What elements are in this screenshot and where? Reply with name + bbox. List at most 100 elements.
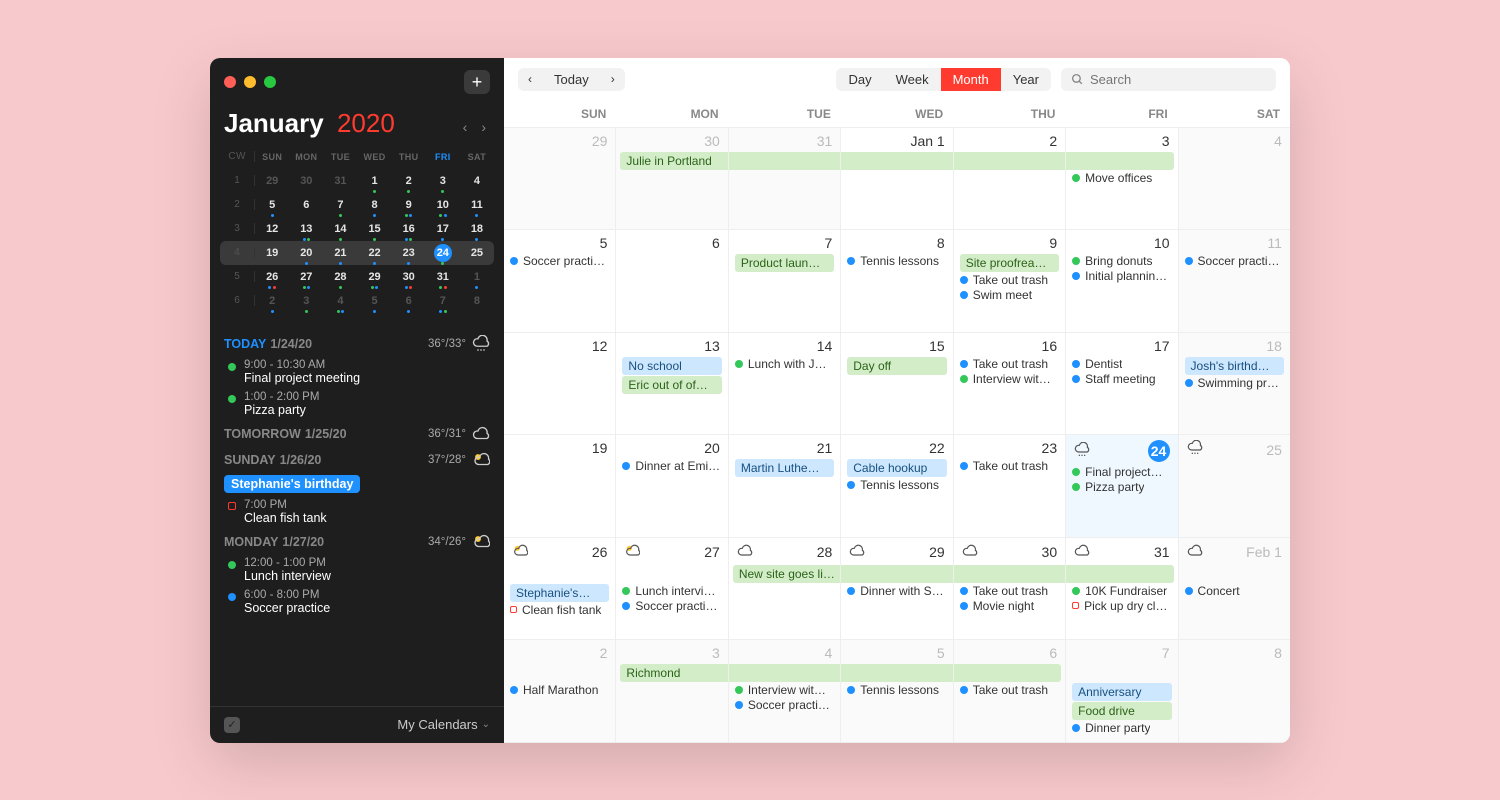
prev-button[interactable]: ‹ (518, 68, 542, 90)
multi-day-event[interactable] (841, 664, 953, 682)
all-day-event[interactable]: Site proofrea… (958, 254, 1061, 272)
day-cell[interactable]: 27Lunch intervi…Soccer practi… (616, 538, 728, 641)
mini-day-cell[interactable]: 11 (460, 196, 494, 214)
mini-day-cell[interactable]: 16 (392, 220, 426, 238)
mini-day-cell[interactable]: 30 (289, 172, 323, 190)
mini-day-cell[interactable]: 1 (460, 268, 494, 286)
day-cell[interactable]: 15Day off (841, 333, 953, 436)
day-cell[interactable]: 24Final project…Pizza party (1066, 435, 1178, 538)
mini-day-cell[interactable]: 4 (460, 172, 494, 190)
day-cell[interactable]: 30Take out trashMovie night (954, 538, 1066, 641)
multi-day-event[interactable] (1066, 565, 1173, 583)
minimize-window-button[interactable] (244, 76, 256, 88)
multi-day-event[interactable] (841, 565, 953, 583)
timed-event[interactable]: Lunch with J… (733, 357, 836, 371)
mini-day-cell[interactable]: 3 (289, 292, 323, 310)
mini-day-cell[interactable]: 7 (323, 196, 357, 214)
mini-day-cell[interactable]: 6 (392, 292, 426, 310)
mini-day-cell[interactable]: 29 (358, 268, 392, 286)
timed-event[interactable]: Take out trash (958, 584, 1061, 598)
mini-day-cell[interactable]: 25 (460, 244, 494, 262)
mini-day-cell[interactable]: 3 (426, 172, 460, 190)
view-day-button[interactable]: Day (836, 68, 883, 91)
reminder-event[interactable]: Pick up dry cl… (1070, 599, 1173, 613)
timed-event[interactable]: Soccer practi… (1183, 254, 1286, 268)
all-day-event[interactable]: Food drive (1070, 702, 1173, 720)
timed-event[interactable]: Dinner with S… (845, 584, 948, 598)
mini-day-cell[interactable]: 19 (255, 244, 289, 262)
agenda-all-day-chip[interactable]: Stephanie's birthday (224, 475, 360, 493)
timed-event[interactable]: Interview wit… (958, 372, 1061, 386)
day-cell[interactable]: 20Dinner at Emi… (616, 435, 728, 538)
mini-day-cell[interactable]: 4 (323, 292, 357, 310)
timed-event[interactable]: Soccer practi… (620, 599, 723, 613)
zoom-window-button[interactable] (264, 76, 276, 88)
agenda-event[interactable]: 7:00 PMClean fish tank (224, 499, 490, 525)
timed-event[interactable]: Swimming pr… (1183, 376, 1286, 390)
timed-event[interactable]: Take out trash (958, 273, 1061, 287)
day-cell[interactable]: 19 (504, 435, 616, 538)
multi-day-event[interactable] (729, 152, 841, 170)
timed-event[interactable]: Dinner party (1070, 721, 1173, 735)
all-day-event[interactable]: Josh's birthd… (1183, 357, 1286, 375)
mini-day-cell[interactable]: 28 (323, 268, 357, 286)
mini-day-cell[interactable]: 21 (323, 244, 357, 262)
day-cell[interactable]: 7AnniversaryFood driveDinner party (1066, 640, 1178, 743)
day-cell[interactable]: 6 (616, 230, 728, 333)
month-grid[interactable]: 2930Julie in Portland31Jan 123Move offic… (504, 128, 1290, 743)
timed-event[interactable]: Movie night (958, 599, 1061, 613)
timed-event[interactable]: Soccer practi… (508, 254, 611, 268)
day-cell[interactable]: 10Bring donutsInitial plannin… (1066, 230, 1178, 333)
timed-event[interactable]: Staff meeting (1070, 372, 1173, 386)
day-cell[interactable]: 12 (504, 333, 616, 436)
day-cell[interactable]: 21Martin Luthe… (729, 435, 841, 538)
today-button[interactable]: Today (542, 68, 601, 91)
add-event-button[interactable]: + (464, 70, 490, 94)
next-button[interactable]: › (601, 68, 625, 90)
timed-event[interactable]: Concert (1183, 584, 1286, 598)
day-cell[interactable]: 11Soccer practi… (1179, 230, 1290, 333)
day-cell[interactable]: 13No schoolEric out of of… (616, 333, 728, 436)
mini-day-cell[interactable]: 5 (358, 292, 392, 310)
multi-day-event[interactable] (954, 152, 1066, 170)
all-day-event[interactable]: No school (620, 357, 723, 375)
timed-event[interactable]: Pizza party (1070, 480, 1173, 494)
mini-day-cell[interactable]: 13 (289, 220, 323, 238)
day-cell[interactable]: 29Dinner with S… (841, 538, 953, 641)
day-cell[interactable]: 8 (1179, 640, 1290, 743)
mini-day-cell[interactable]: 29 (255, 172, 289, 190)
timed-event[interactable]: Dinner at Emi… (620, 459, 723, 473)
all-day-event[interactable]: Anniversary (1070, 683, 1173, 701)
mini-day-cell[interactable]: 18 (460, 220, 494, 238)
mini-day-cell[interactable]: 27 (289, 268, 323, 286)
mini-day-cell[interactable]: 1 (358, 172, 392, 190)
multi-day-event[interactable] (954, 565, 1066, 583)
all-day-event[interactable]: Day off (845, 357, 948, 375)
multi-day-event[interactable] (1066, 152, 1173, 170)
mini-day-cell[interactable]: 10 (426, 196, 460, 214)
timed-event[interactable]: Bring donuts (1070, 254, 1173, 268)
calendars-toggle-checkbox[interactable]: ✓ (224, 717, 240, 733)
view-week-button[interactable]: Week (884, 68, 941, 91)
mini-day-cell[interactable]: 14 (323, 220, 357, 238)
day-cell[interactable]: 3Move offices (1066, 128, 1178, 231)
day-cell[interactable]: 29 (504, 128, 616, 231)
day-cell[interactable]: 5Soccer practi… (504, 230, 616, 333)
agenda-event[interactable]: 1:00 - 2:00 PMPizza party (224, 391, 490, 417)
timed-event[interactable]: Move offices (1070, 171, 1173, 185)
agenda-event[interactable]: 12:00 - 1:00 PMLunch interview (224, 557, 490, 583)
timed-event[interactable]: Take out trash (958, 459, 1061, 473)
timed-event[interactable]: Take out trash (958, 683, 1061, 697)
timed-event[interactable]: Initial plannin… (1070, 269, 1173, 283)
search-input[interactable] (1090, 72, 1266, 87)
timed-event[interactable]: Tennis lessons (845, 254, 948, 268)
timed-event[interactable]: 10K Fundraiser (1070, 584, 1173, 598)
day-cell[interactable]: 26Stephanie's…Clean fish tank (504, 538, 616, 641)
day-cell[interactable]: 16Take out trashInterview wit… (954, 333, 1066, 436)
close-window-button[interactable] (224, 76, 236, 88)
day-cell[interactable]: 4Interview wit…Soccer practi… (729, 640, 841, 743)
timed-event[interactable]: Take out trash (958, 357, 1061, 371)
day-cell[interactable]: 5Tennis lessons (841, 640, 953, 743)
timed-event[interactable]: Tennis lessons (845, 683, 948, 697)
view-month-button[interactable]: Month (941, 68, 1001, 91)
